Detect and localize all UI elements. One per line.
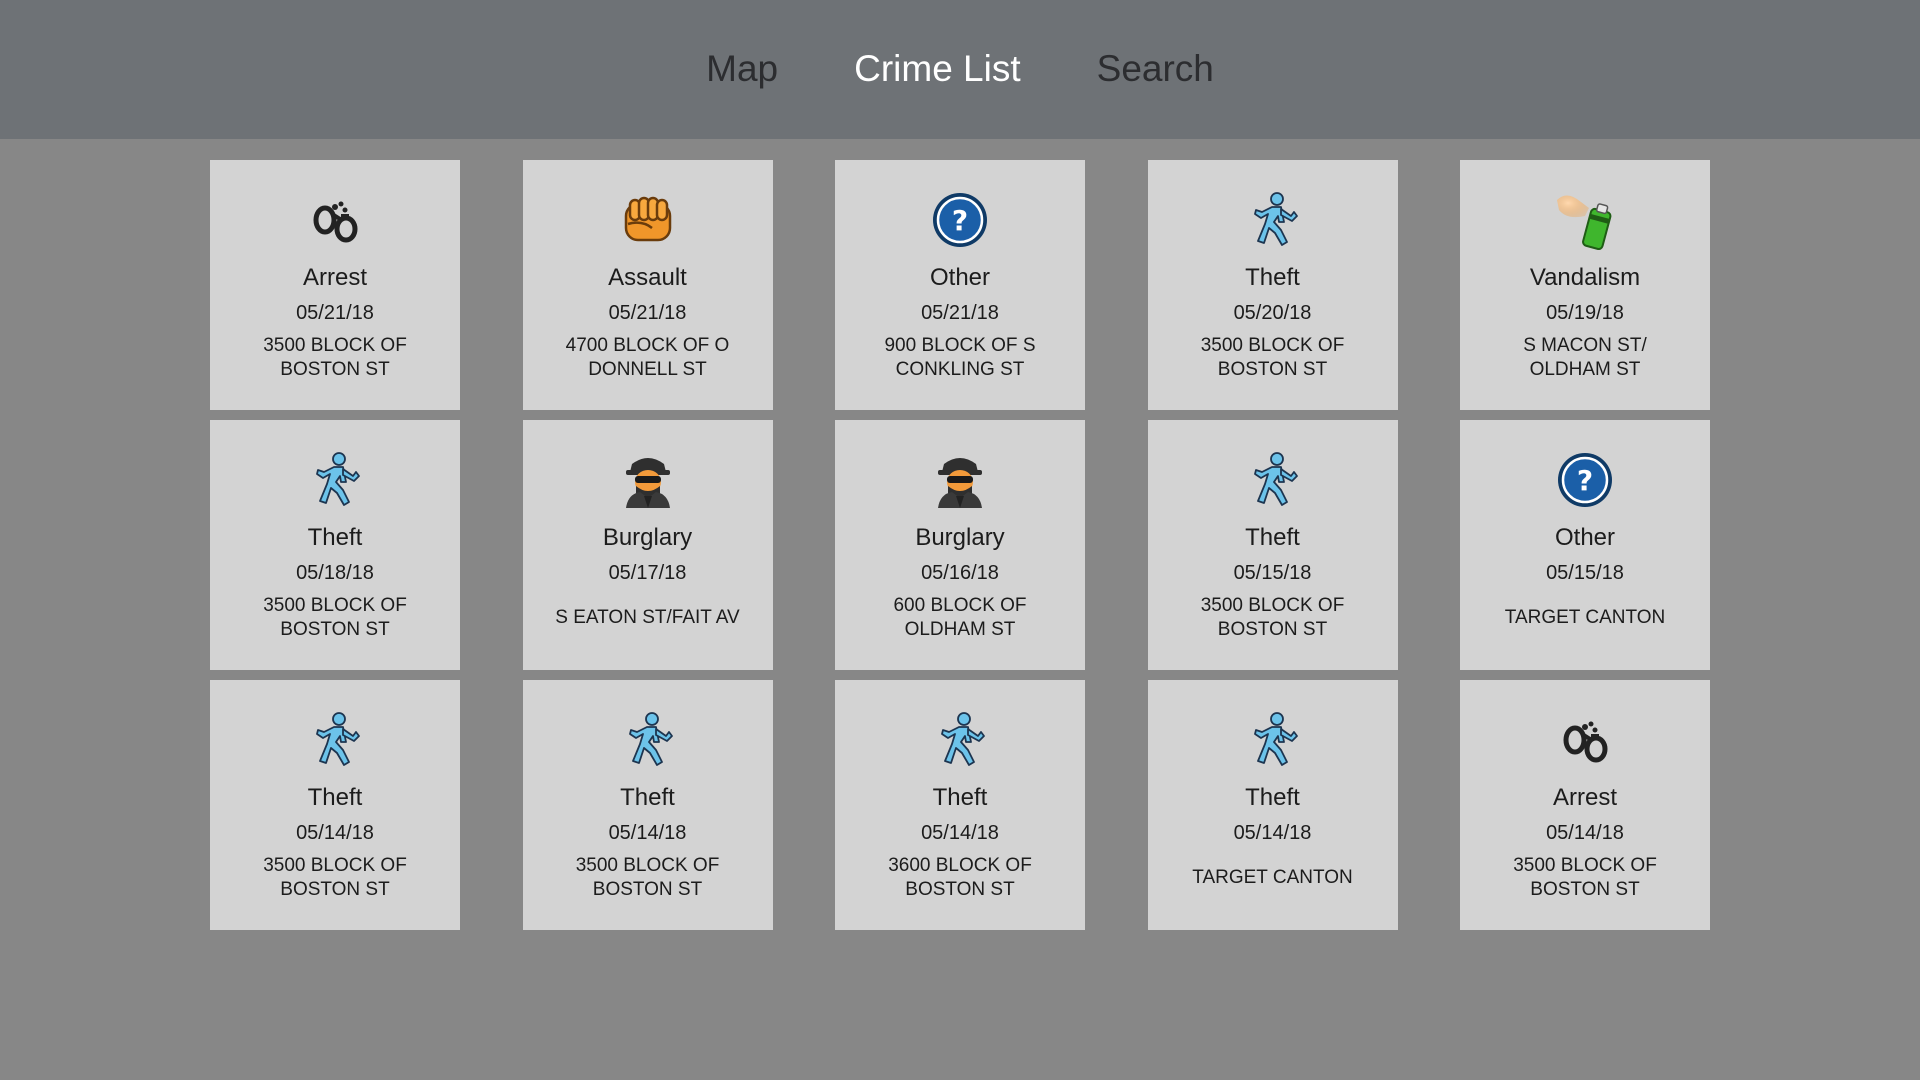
burglar-icon [927,450,993,510]
crime-type: Arrest [302,264,367,291]
crime-card-3[interactable]: ? Other 05/21/18 900 BLOCK OF S CONKLING… [835,160,1085,410]
crime-date: 05/15/18 [1546,562,1624,584]
crime-card-10[interactable]: ? Other 05/15/18 TARGET CANTON [1460,420,1710,670]
running-person-icon [927,710,993,770]
fist-icon [615,190,681,250]
crime-address: S MACON ST/ OLDHAM ST [1523,335,1647,380]
crime-address: TARGET CANTON [1192,867,1353,888]
crime-date: 05/14/18 [1233,822,1312,844]
crime-card-14[interactable]: Theft 05/14/18 TARGET CANTON [1147,680,1398,930]
crime-date: 05/19/18 [1546,302,1624,324]
crime-date: 05/21/18 [608,302,687,324]
running-person-icon [302,450,368,510]
crime-address: TARGET CANTON [1504,607,1666,628]
svg-text:?: ? [952,204,968,237]
crime-type: Theft [620,784,675,811]
crime-card-4[interactable]: Theft 05/20/18 3500 BLOCK OF BOSTON ST [1147,160,1398,410]
question-icon: ? [1552,450,1618,510]
crime-date: 05/20/18 [1233,302,1312,324]
crime-address: 3500 BLOCK OF BOSTON ST [263,855,407,900]
crime-address: 600 BLOCK OF OLDHAM ST [893,595,1027,640]
tab-search[interactable]: Search [1059,48,1252,90]
crime-card-11[interactable]: Theft 05/14/18 3500 BLOCK OF BOSTON ST [210,680,460,930]
question-icon: ? [927,190,993,250]
burglar-icon [615,450,681,510]
crime-card-1[interactable]: Arrest 05/21/18 3500 BLOCK OF BOSTON ST [210,160,460,410]
crime-card-13[interactable]: Theft 05/14/18 3600 BLOCK OF BOSTON ST [835,680,1085,930]
top-nav-bar: Map Crime List Search [0,0,1920,139]
crime-address: 3500 BLOCK OF BOSTON ST [1200,595,1345,640]
crime-date: 05/14/18 [296,822,374,844]
crime-card-7[interactable]: Burglary 05/17/18 S EATON ST/FAIT AV [522,420,773,670]
running-person-icon [1240,710,1306,770]
svg-text:?: ? [1577,464,1593,497]
crime-date: 05/14/18 [608,822,687,844]
handcuffs-icon [1552,710,1618,770]
crime-date: 05/16/18 [921,562,999,584]
crime-type: Theft [1245,524,1300,551]
crime-date: 05/21/18 [296,302,374,324]
crime-card-12[interactable]: Theft 05/14/18 3500 BLOCK OF BOSTON ST [522,680,773,930]
crime-address: S EATON ST/FAIT AV [555,607,740,628]
crime-address: 3500 BLOCK OF BOSTON ST [1513,855,1657,900]
crime-type: Theft [1245,784,1300,811]
crime-type: Assault [608,264,687,291]
running-person-icon [1240,190,1306,250]
crime-address: 4700 BLOCK OF O DONNELL ST [565,335,730,380]
crime-card-8[interactable]: Burglary 05/16/18 600 BLOCK OF OLDHAM ST [835,420,1085,670]
crime-card-15[interactable]: Arrest 05/14/18 3500 BLOCK OF BOSTON ST [1460,680,1710,930]
crime-type: Theft [1245,264,1300,291]
crime-address: 900 BLOCK OF S CONKLING ST [884,335,1036,380]
handcuffs-icon [302,190,368,250]
running-person-icon [1240,450,1306,510]
nav-tabs: Map Crime List Search [668,48,1252,90]
crime-date: 05/15/18 [1233,562,1312,584]
crime-type: Burglary [915,524,1005,551]
crime-date: 05/17/18 [608,562,687,584]
crime-address: 3500 BLOCK OF BOSTON ST [263,335,407,380]
crime-type: Other [929,264,991,291]
crime-type: Burglary [602,524,693,551]
crime-date: 05/14/18 [1546,822,1624,844]
crime-card-2[interactable]: Assault 05/21/18 4700 BLOCK OF O DONNELL… [522,160,773,410]
crime-type: Other [1554,524,1616,551]
crime-card-9[interactable]: Theft 05/15/18 3500 BLOCK OF BOSTON ST [1147,420,1398,670]
crime-address: 3500 BLOCK OF BOSTON ST [1200,335,1345,380]
crime-grid: Arrest 05/21/18 3500 BLOCK OF BOSTON ST … [210,160,1710,930]
tab-map[interactable]: Map [668,48,816,90]
crime-type: Vandalism [1529,264,1641,291]
running-person-icon [302,710,368,770]
crime-card-6[interactable]: Theft 05/18/18 3500 BLOCK OF BOSTON ST [210,420,460,670]
crime-address: 3500 BLOCK OF BOSTON ST [263,595,407,640]
crime-type: Theft [307,784,363,811]
crime-address: 3600 BLOCK OF BOSTON ST [888,855,1032,900]
running-person-icon [615,710,681,770]
crime-card-5[interactable]: Vandalism 05/19/18 S MACON ST/ OLDHAM ST [1460,160,1710,410]
crime-type: Arrest [1552,784,1617,811]
crime-type: Theft [932,784,988,811]
tab-crime-list[interactable]: Crime List [816,48,1059,90]
crime-address: 3500 BLOCK OF BOSTON ST [575,855,720,900]
crime-date: 05/21/18 [921,302,999,324]
spray-can-icon [1552,190,1618,250]
crime-type: Theft [307,524,363,551]
crime-date: 05/14/18 [921,822,999,844]
crime-date: 05/18/18 [296,562,374,584]
